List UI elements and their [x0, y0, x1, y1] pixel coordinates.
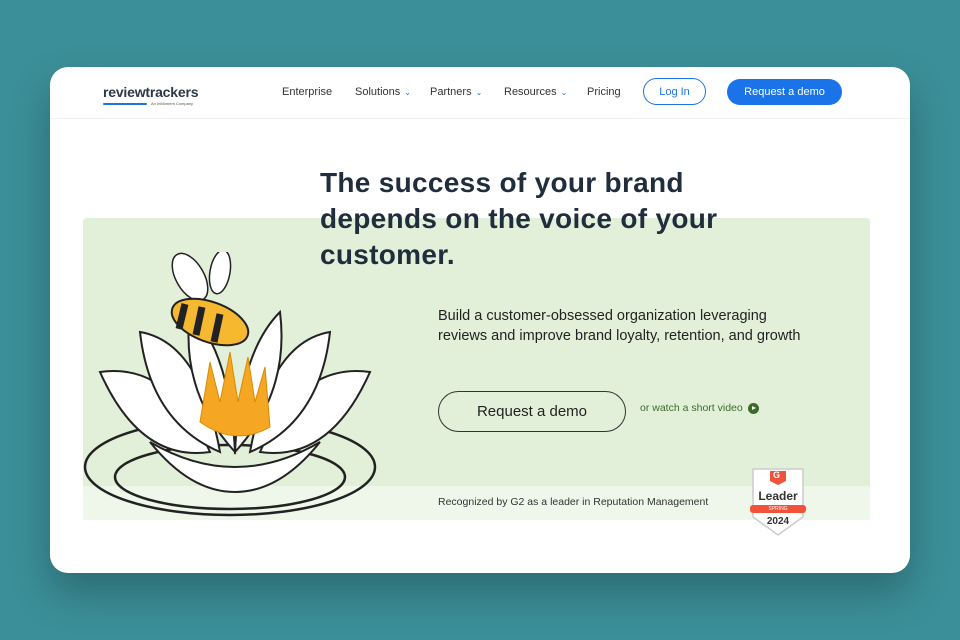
logo-text: reviewtrackers — [103, 84, 199, 100]
chevron-down-icon: ⌄ — [475, 87, 483, 97]
nav-partners[interactable]: Partners ⌄ — [430, 86, 482, 98]
request-demo-button[interactable]: Request a demo — [438, 391, 626, 432]
login-button[interactable]: Log In — [643, 78, 706, 105]
nav-label: Enterprise — [282, 86, 333, 98]
video-link-text: or watch a short video — [640, 402, 743, 414]
logo-tagline: An InMoment Company — [151, 101, 194, 106]
nav-enterprise[interactable]: Enterprise — [282, 86, 332, 98]
badge-season: SPRING — [768, 506, 788, 512]
nav-pricing[interactable]: Pricing — [587, 86, 621, 98]
g2-leader-badge: G Leader SPRING 2024 — [750, 467, 806, 537]
chevron-down-icon: ⌄ — [404, 87, 411, 97]
hero-subtext: Build a customer-obsessed organization l… — [438, 308, 801, 344]
bee-icon — [170, 252, 250, 347]
chevron-down-icon: ⌄ — [560, 87, 568, 97]
badge-title: Leader — [758, 489, 798, 503]
logo[interactable]: reviewtrackers An InMoment Company — [103, 84, 199, 106]
play-icon — [747, 402, 759, 414]
bee-lotus-illustration — [83, 252, 377, 517]
recognition-text: Recognized by G2 as a leader in Reputati… — [438, 496, 709, 508]
hero-headline: The success of your brand depends on the… — [320, 167, 718, 270]
nav-label: Solutions — [355, 86, 401, 98]
nav-solutions[interactable]: Solutions ⌄ — [355, 86, 411, 98]
logo-underline — [103, 103, 147, 105]
page-card: reviewtrackers An InMoment Company Enter… — [50, 67, 910, 573]
watch-video-link[interactable]: or watch a short video — [640, 402, 759, 414]
top-nav: reviewtrackers An InMoment Company Enter… — [50, 67, 910, 119]
g2-logo: G — [773, 470, 781, 480]
request-demo-nav-button[interactable]: Request a demo — [727, 79, 842, 105]
nav-resources[interactable]: Resources ⌄ — [504, 86, 567, 98]
nav-label: Resources — [504, 86, 557, 98]
badge-year: 2024 — [766, 516, 790, 527]
nav-label: Partners — [430, 86, 472, 98]
nav-label: Pricing — [587, 86, 621, 98]
